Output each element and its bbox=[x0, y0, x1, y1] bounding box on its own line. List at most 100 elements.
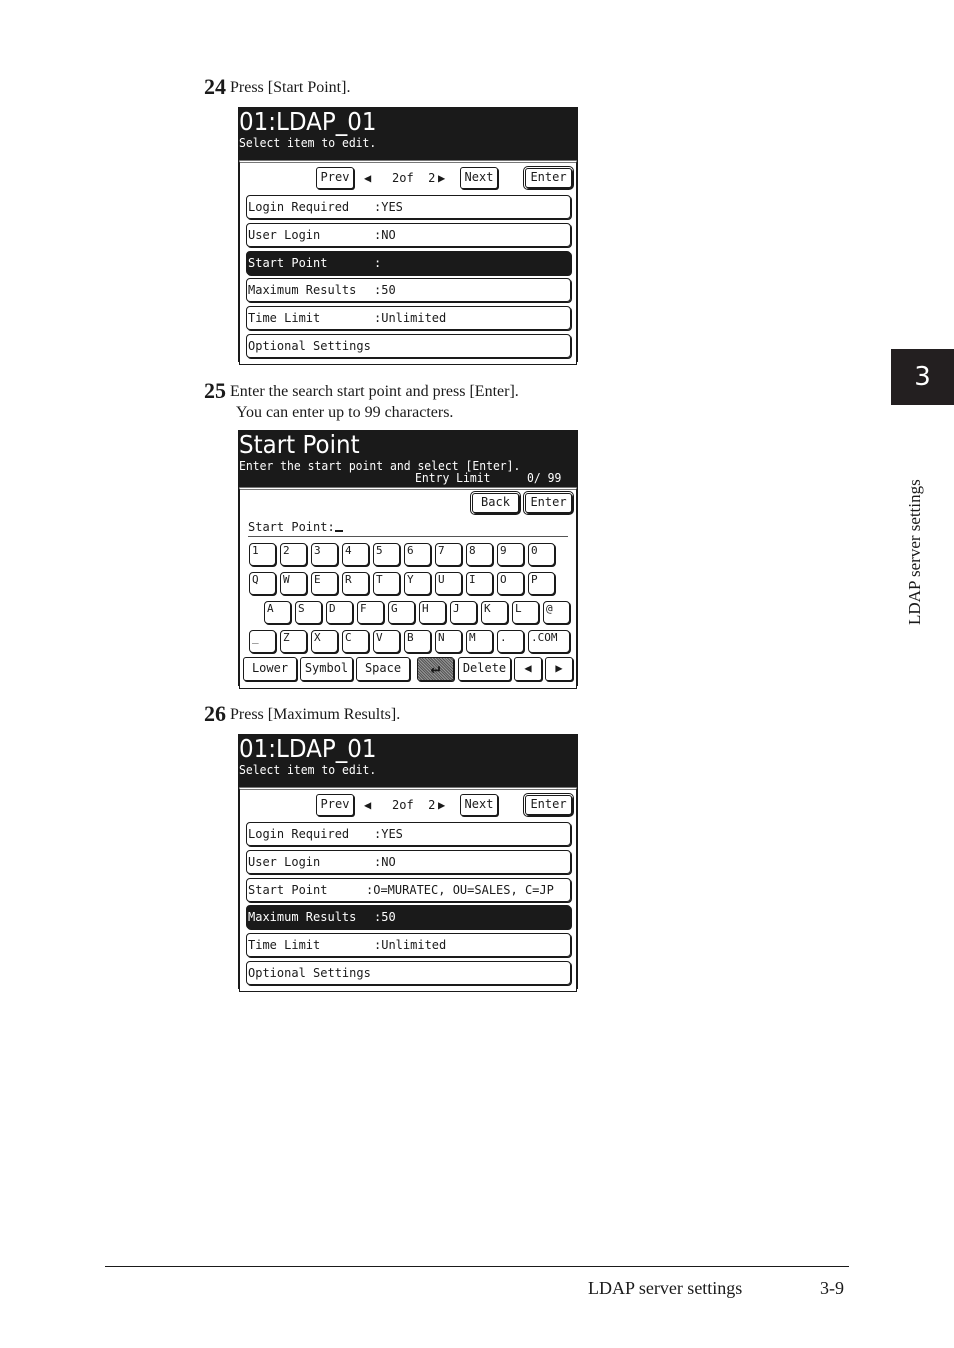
item-value: :Unlimited bbox=[374, 311, 447, 326]
keyboard-key[interactable]: U bbox=[435, 572, 462, 595]
prev-arrow-icon[interactable]: ◀ bbox=[364, 798, 371, 812]
keyboard-key[interactable]: Y bbox=[404, 572, 431, 595]
screen-title: 01:LDAP_01 bbox=[239, 734, 377, 763]
list-item[interactable]: User Login:NO bbox=[246, 222, 571, 247]
start-point-field[interactable]: Start Point: bbox=[248, 520, 343, 534]
keyboard-key[interactable]: F bbox=[357, 601, 384, 624]
enter-return-icon[interactable]: ↵ bbox=[417, 657, 454, 681]
space-key[interactable]: Space bbox=[356, 657, 410, 681]
item-value: :YES bbox=[374, 200, 403, 214]
keyboard-key[interactable]: A bbox=[264, 601, 291, 624]
list-item[interactable]: Optional Settings bbox=[246, 334, 571, 358]
item-value: :NO bbox=[374, 854, 396, 869]
cursor-right-icon[interactable]: ▶ bbox=[545, 657, 573, 681]
keyboard-key[interactable]: S bbox=[295, 601, 322, 624]
item-label: Login Required bbox=[248, 827, 350, 841]
delete-key[interactable]: Delete bbox=[458, 657, 511, 681]
keyboard-key[interactable]: 5 bbox=[373, 543, 400, 566]
keyboard-key[interactable]: . bbox=[497, 630, 524, 653]
item-value: :Unlimited bbox=[374, 938, 447, 953]
keyboard-key[interactable]: J bbox=[450, 601, 477, 624]
keyboard-key[interactable]: @ bbox=[543, 601, 570, 624]
enter-button[interactable]: Enter bbox=[523, 793, 574, 817]
screen-body: Prev ◀ 2of 2 ▶ Next Enter Login Required… bbox=[239, 787, 577, 992]
keyboard-key[interactable]: .COM bbox=[528, 630, 570, 653]
keyboard-key[interactable]: K bbox=[481, 601, 508, 624]
keyboard-key[interactable]: Z bbox=[280, 630, 307, 653]
keyboard-key[interactable]: O bbox=[497, 572, 524, 595]
symbol-key[interactable]: Symbol bbox=[300, 657, 353, 681]
step-26: 26 Press [Maximum Results]. bbox=[204, 703, 400, 725]
keyboard-key[interactable]: 3 bbox=[311, 543, 338, 566]
field-label: Start Point: bbox=[248, 520, 335, 534]
chapter-tab-label: LDAP server settings bbox=[905, 479, 924, 625]
keyboard-key[interactable]: G bbox=[388, 601, 415, 624]
list-item[interactable]: Time Limit:Unlimited bbox=[246, 306, 571, 331]
text-cursor bbox=[334, 530, 343, 532]
footer-rule bbox=[105, 1266, 849, 1267]
keyboard-key[interactable]: Q bbox=[249, 572, 276, 595]
next-arrow-icon[interactable]: ▶ bbox=[438, 171, 445, 185]
item-value: :O=MURATEC, OU=SALES, C=JP bbox=[366, 882, 554, 897]
keyboard-key[interactable]: I bbox=[466, 572, 493, 595]
keyboard-key[interactable]: 7 bbox=[435, 543, 462, 566]
enter-button[interactable]: Enter bbox=[523, 166, 574, 190]
step-25: 25 Enter the search start point and press… bbox=[204, 380, 519, 423]
keyboard-key[interactable]: R bbox=[342, 572, 369, 595]
list-item[interactable]: Start Point:O=MURATEC, OU=SALES, C=JP bbox=[246, 877, 571, 902]
next-button[interactable]: Next bbox=[460, 167, 498, 189]
keyboard-key[interactable]: X bbox=[311, 630, 338, 653]
footer-section: LDAP server settings bbox=[588, 1278, 743, 1298]
prev-button[interactable]: Prev bbox=[316, 794, 354, 816]
step-text: Press [Maximum Results]. bbox=[230, 706, 401, 723]
keyboard-key[interactable]: N bbox=[435, 630, 462, 653]
keyboard-key[interactable]: M bbox=[466, 630, 493, 653]
prev-arrow-icon[interactable]: ◀ bbox=[364, 171, 371, 185]
keyboard-key[interactable]: 1 bbox=[249, 543, 276, 566]
keyboard-key[interactable]: 4 bbox=[342, 543, 369, 566]
entry-count: 0/ 99 bbox=[527, 471, 562, 485]
enter-button[interactable]: Enter bbox=[523, 491, 574, 515]
list-item[interactable]: Maximum Results:50 bbox=[246, 905, 571, 930]
list-item[interactable]: Maximum Results:50 bbox=[246, 278, 571, 303]
list-item[interactable]: Login Required:YES bbox=[246, 195, 571, 219]
keyboard-key[interactable]: 6 bbox=[404, 543, 431, 566]
keyboard-key[interactable]: W bbox=[280, 572, 307, 595]
keyboard-key[interactable]: E bbox=[311, 572, 338, 595]
chapter-tab: 3 bbox=[891, 349, 954, 405]
keyboard-key[interactable]: V bbox=[373, 630, 400, 653]
list-item[interactable]: User Login :NO bbox=[246, 849, 571, 874]
list-item[interactable]: Optional Settings bbox=[246, 961, 571, 985]
step-24: 24 Press [Start Point]. bbox=[204, 76, 350, 98]
list-item[interactable]: Time Limit :Unlimited bbox=[246, 933, 571, 958]
cursor-left-icon[interactable]: ◀ bbox=[514, 657, 542, 681]
keyboard-key[interactable]: C bbox=[342, 630, 369, 653]
keyboard-key[interactable]: 9 bbox=[497, 543, 524, 566]
footer-page-number: 3-9 bbox=[820, 1278, 844, 1298]
item-value: :NO bbox=[374, 227, 396, 242]
item-label: User Login bbox=[248, 854, 321, 869]
item-label: Optional Settings bbox=[248, 339, 371, 353]
next-button[interactable]: Next bbox=[460, 794, 498, 816]
list-item[interactable]: Start Point: bbox=[246, 250, 571, 275]
list-item[interactable]: Login Required:YES bbox=[246, 822, 571, 846]
ldap-edit-screen-2: 01:LDAP_01 Select item to edit. Prev ◀ 2… bbox=[238, 734, 578, 992]
keyboard-key[interactable]: 8 bbox=[466, 543, 493, 566]
prev-button[interactable]: Prev bbox=[316, 167, 354, 189]
keyboard-key[interactable]: P bbox=[528, 572, 555, 595]
back-button[interactable]: Back bbox=[470, 491, 521, 515]
keyboard-key[interactable]: 0 bbox=[528, 543, 555, 566]
keyboard-key[interactable]: H bbox=[419, 601, 446, 624]
keyboard-key[interactable]: L bbox=[512, 601, 539, 624]
next-arrow-icon[interactable]: ▶ bbox=[438, 798, 445, 812]
keyboard-key[interactable]: 2 bbox=[280, 543, 307, 566]
lower-key[interactable]: Lower bbox=[243, 657, 297, 681]
keyboard-key[interactable]: D bbox=[326, 601, 353, 624]
keyboard-key[interactable]: B bbox=[404, 630, 431, 653]
item-value: :50 bbox=[374, 283, 396, 298]
item-label: Time Limit bbox=[248, 938, 321, 953]
step-number: 26 bbox=[204, 701, 226, 726]
keyboard-key[interactable]: T bbox=[373, 572, 400, 595]
entry-limit-label: Entry Limit bbox=[415, 471, 491, 485]
keyboard-key[interactable]: _ bbox=[249, 630, 276, 653]
